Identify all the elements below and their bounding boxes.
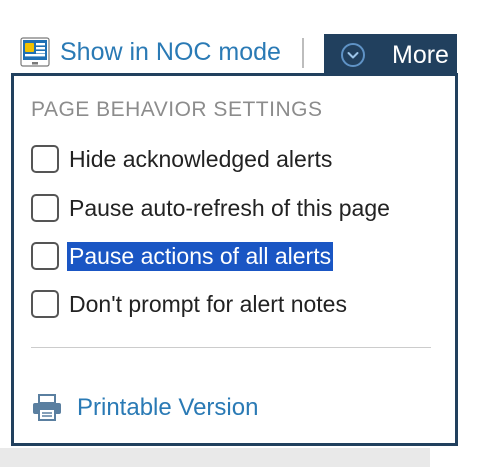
pause-actions-checkbox[interactable] <box>31 242 59 270</box>
more-button[interactable]: More <box>324 34 457 76</box>
toolbar: Show in NOC mode More <box>0 30 478 76</box>
dont-prompt-notes-checkbox[interactable] <box>31 290 59 318</box>
noc-mode-label: Show in NOC mode <box>60 37 281 66</box>
option-pause-actions-all-alerts[interactable]: Pause actions of all alerts <box>31 239 334 273</box>
option-hide-acknowledged-alerts[interactable]: Hide acknowledged alerts <box>31 142 334 176</box>
chevron-down-circle-icon <box>341 43 365 67</box>
option-label: Hide acknowledged alerts <box>69 145 333 172</box>
show-in-noc-mode-link[interactable]: Show in NOC mode <box>20 36 281 68</box>
printable-version-label: Printable Version <box>77 394 259 421</box>
menu-divider <box>31 347 431 348</box>
printable-version-link[interactable]: Printable Version <box>31 391 258 425</box>
option-label: Don't prompt for alert notes <box>69 290 347 317</box>
more-dropdown-menu: PAGE BEHAVIOR SETTINGS Hide acknowledged… <box>11 73 458 446</box>
option-dont-prompt-alert-notes[interactable]: Don't prompt for alert notes <box>31 287 349 321</box>
hide-acknowledged-alerts-checkbox[interactable] <box>31 145 59 173</box>
printer-icon <box>33 394 61 421</box>
option-pause-auto-refresh[interactable]: Pause auto-refresh of this page <box>31 191 392 225</box>
pause-auto-refresh-checkbox[interactable] <box>31 194 59 222</box>
option-label: Pause auto-refresh of this page <box>69 194 390 221</box>
option-label-highlighted: Pause actions of all alerts <box>67 241 334 271</box>
more-label: More <box>392 40 449 69</box>
page-background-strip <box>0 448 430 467</box>
toolbar-divider <box>302 38 304 68</box>
monitor-icon <box>20 37 50 67</box>
page-behavior-settings-heading: PAGE BEHAVIOR SETTINGS <box>31 98 323 121</box>
